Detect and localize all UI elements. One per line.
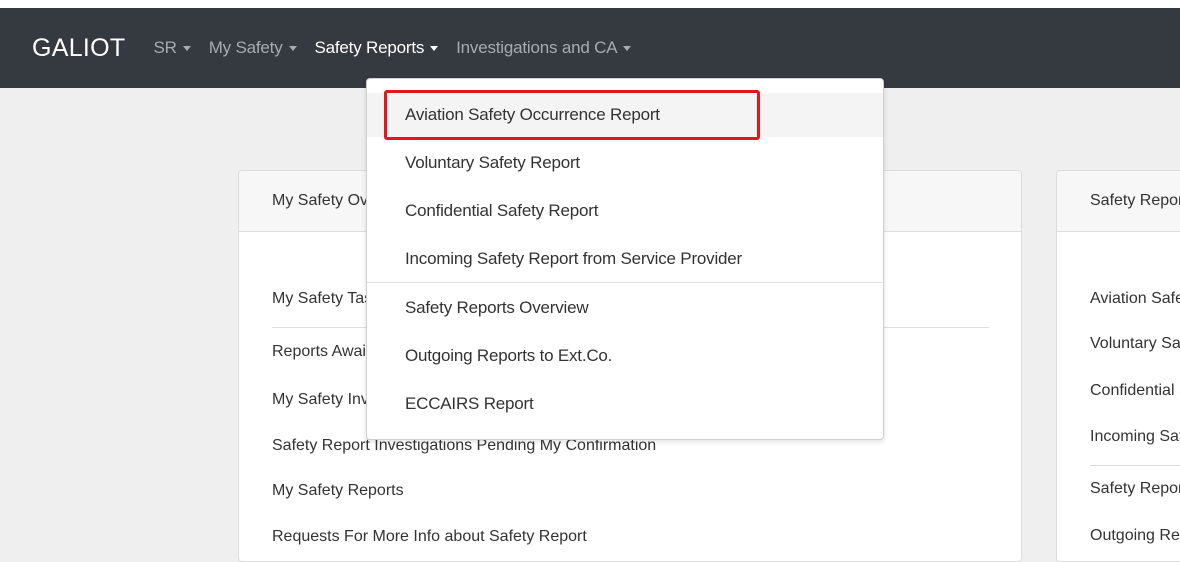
menu-item-confidential-safety-report[interactable]: Confidential Safety Report: [367, 189, 883, 233]
menu-divider: [367, 282, 883, 283]
menu-item-aviation-safety-occurrence-report[interactable]: Aviation Safety Occurrence Report: [367, 93, 883, 137]
top-strip: [0, 0, 1180, 8]
safety-reports-card: Safety Reports Aviation Safety Occurrenc…: [1056, 170, 1180, 562]
nav-investigations-dropdown[interactable]: Investigations and CA: [456, 38, 632, 58]
brand-logo[interactable]: GALIOT: [32, 34, 126, 63]
menu-item-safety-reports-overview[interactable]: Safety Reports Overview: [367, 286, 883, 330]
list-item[interactable]: Outgoing Reports to Ext.Co.: [1090, 527, 1180, 545]
caret-down-icon: [182, 45, 191, 51]
nav-safety-reports-dropdown[interactable]: Safety Reports: [315, 38, 439, 58]
nav-my-safety-label: My Safety: [208, 38, 283, 57]
nav-sr-label: SR: [153, 38, 177, 57]
list-item[interactable]: Confidential Safety Report: [1090, 382, 1180, 400]
caret-down-icon: [288, 45, 297, 51]
safety-reports-dropdown-menu: Aviation Safety Occurrence Report Volunt…: [366, 78, 884, 440]
list-item[interactable]: Incoming Safety Report from Service Prov…: [1090, 428, 1180, 446]
menu-item-voluntary-safety-report[interactable]: Voluntary Safety Report: [367, 141, 883, 185]
nav-sr-dropdown[interactable]: SR: [154, 38, 191, 58]
list-item[interactable]: Safety Reports Overview: [1090, 480, 1180, 498]
menu-item-incoming-safety-report[interactable]: Incoming Safety Report from Service Prov…: [367, 237, 883, 281]
menu-item-eccairs-report[interactable]: ECCAIRS Report: [367, 382, 883, 426]
list-item[interactable]: Requests For More Info about Safety Repo…: [272, 528, 587, 546]
caret-down-icon: [623, 45, 632, 51]
nav-safety-reports-label: Safety Reports: [314, 38, 425, 57]
navbar: GALIOT SR My Safety Safety Reports Inves…: [0, 8, 1180, 88]
nav-my-safety-dropdown[interactable]: My Safety: [209, 38, 297, 58]
divider: [1090, 465, 1180, 466]
list-item[interactable]: My Safety Reports: [272, 482, 404, 500]
list-item[interactable]: Voluntary Safety Report: [1090, 335, 1180, 353]
caret-down-icon: [430, 45, 439, 51]
menu-item-outgoing-reports[interactable]: Outgoing Reports to Ext.Co.: [367, 334, 883, 378]
card-header: Safety Reports: [1057, 171, 1180, 232]
nav-investigations-label: Investigations and CA: [456, 38, 618, 57]
list-item[interactable]: Aviation Safety Occurrence Report: [1090, 290, 1180, 308]
